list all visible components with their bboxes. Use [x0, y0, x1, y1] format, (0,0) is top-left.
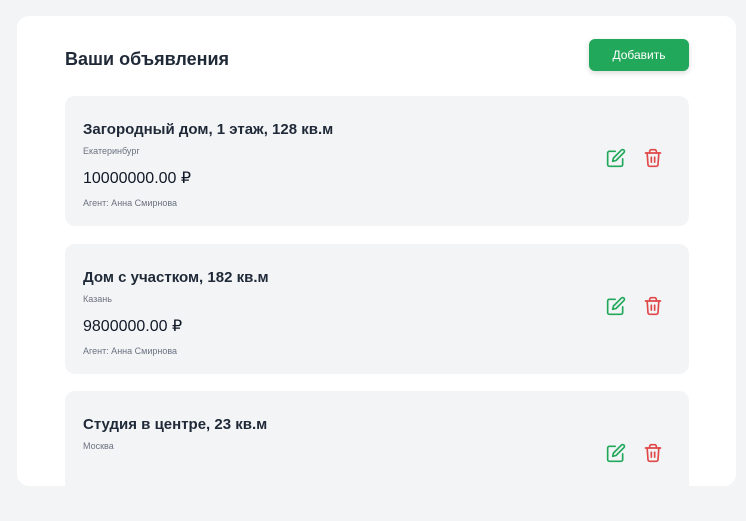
- listing-city: Казань: [83, 294, 112, 304]
- listing-city: Екатеринбург: [83, 146, 140, 156]
- trash-icon[interactable]: [643, 296, 663, 316]
- listings-panel: Ваши объявления Добавить Загородный дом,…: [17, 16, 736, 521]
- trash-icon[interactable]: [643, 443, 663, 463]
- edit-icon[interactable]: [606, 443, 626, 463]
- listing-title: Студия в центре, 23 кв.м: [83, 416, 268, 433]
- edit-icon[interactable]: [606, 148, 626, 168]
- listing-city: Москва: [83, 441, 114, 451]
- listing-price: 10000000.00 ₽: [83, 170, 192, 187]
- listing-title: Загородный дом, 1 этаж, 128 кв.м: [83, 121, 334, 138]
- add-listing-button[interactable]: Добавить: [589, 39, 689, 71]
- page-title: Ваши объявления: [65, 49, 230, 69]
- listing-price: 9800000.00 ₽: [83, 318, 183, 335]
- listing-title: Дом с участком, 182 кв.м: [83, 269, 269, 286]
- edit-icon[interactable]: [606, 296, 626, 316]
- listing-agent: Агент: Анна Смирнова: [83, 346, 178, 356]
- listing-card: Дом с участком, 182 кв.м Казань 9800000.…: [65, 244, 689, 374]
- listing-card: Загородный дом, 1 этаж, 128 кв.м Екатери…: [65, 96, 689, 226]
- trash-icon[interactable]: [643, 148, 663, 168]
- listing-card: Студия в центре, 23 кв.м Москва: [65, 391, 689, 521]
- listing-agent: Агент: Анна Смирнова: [83, 198, 178, 208]
